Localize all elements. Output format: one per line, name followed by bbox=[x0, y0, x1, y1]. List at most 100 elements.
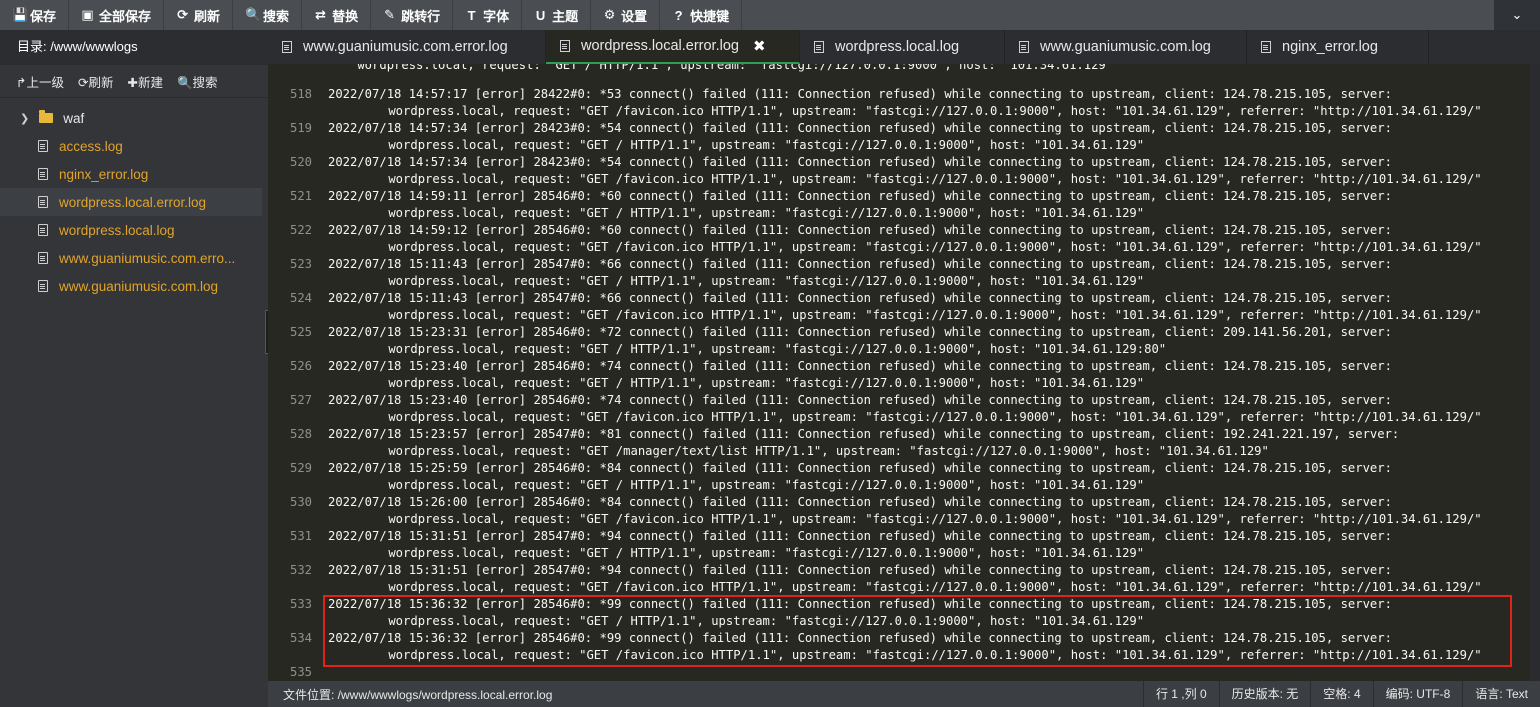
cursor-position[interactable]: 行 1 ,列 0 bbox=[1142, 681, 1219, 707]
line-number: 525 bbox=[289, 325, 312, 339]
toolbar-button-3[interactable]: 🔍 搜索 bbox=[233, 0, 303, 30]
line-number: 530 bbox=[289, 495, 312, 509]
file-icon bbox=[38, 168, 48, 180]
refresh-tree-button[interactable]: ⟳刷新 bbox=[78, 72, 113, 91]
line-number: 524 bbox=[289, 291, 312, 305]
code-text: 2022/07/18 15:23:31 [error] 28546#0: *72… bbox=[328, 325, 1392, 339]
font-icon: T bbox=[467, 7, 476, 23]
file-tree: ❯ waf access.log nginx_error.log wordpre… bbox=[0, 98, 268, 300]
code-line[interactable]: 524 2022/07/18 15:11:43 [error] 28547#0: … bbox=[268, 285, 1530, 322]
code-line[interactable]: 523 2022/07/18 15:11:43 [error] 28547#0: … bbox=[268, 251, 1530, 288]
code-line[interactable]: 521 2022/07/18 14:59:11 [error] 28546#0: … bbox=[268, 183, 1530, 220]
help-icon: ? bbox=[674, 7, 683, 23]
refresh-icon: ⟳ bbox=[177, 7, 188, 22]
code-text: 2022/07/18 15:31:51 [error] 28547#0: *94… bbox=[328, 563, 1392, 577]
tree-file-label: access.log bbox=[59, 138, 123, 154]
toolbar-button-2[interactable]: ⟳ 刷新 bbox=[164, 0, 234, 30]
toolbar-button-label: 快捷键 bbox=[690, 8, 730, 24]
toolbar-button-7[interactable]: U 主题 bbox=[522, 0, 592, 30]
file-icon bbox=[38, 224, 48, 236]
toolbar-button-label: 替换 bbox=[332, 8, 359, 24]
replace-icon: ⇄ bbox=[315, 7, 327, 22]
code-line[interactable]: 525 2022/07/18 15:23:31 [error] 28546#0: … bbox=[268, 319, 1530, 356]
code-text-wrapped: wordpress.local, request: "GET / HTTP/1.… bbox=[328, 64, 1114, 72]
toolbar-button-4[interactable]: ⇄ 替换 bbox=[302, 0, 372, 30]
code-line[interactable]: 529 2022/07/18 15:25:59 [error] 28546#0: … bbox=[268, 455, 1530, 492]
toolbar-collapse-button[interactable]: ⌄ bbox=[1494, 0, 1540, 30]
code-line[interactable]: 533 2022/07/18 15:36:32 [error] 28546#0: … bbox=[268, 591, 1530, 628]
tree-folder-waf[interactable]: ❯ waf bbox=[0, 104, 268, 132]
line-number: 519 bbox=[289, 121, 312, 135]
tree-file-wordpress-local-log[interactable]: wordpress.local.log bbox=[0, 216, 268, 244]
code-line[interactable]: 534 2022/07/18 15:36:32 [error] 28546#0: … bbox=[268, 625, 1530, 662]
tab-guaniumusic-error-log[interactable]: www.guaniumusic.com.error.log bbox=[268, 30, 546, 64]
code-line[interactable]: 528 2022/07/18 15:23:57 [error] 28547#0: … bbox=[268, 421, 1530, 458]
pin-icon: ✎ bbox=[384, 7, 396, 22]
line-number: 526 bbox=[289, 359, 312, 373]
code-line[interactable]: 531 2022/07/18 15:31:51 [error] 28547#0: … bbox=[268, 523, 1530, 560]
close-tab-icon[interactable]: ✖ bbox=[753, 37, 766, 55]
tree-file-guaniumusic-log[interactable]: www.guaniumusic.com.log bbox=[0, 272, 268, 300]
parent-dir-button[interactable]: ↱上一级 bbox=[16, 72, 64, 91]
file-icon bbox=[282, 41, 292, 53]
file-icon bbox=[38, 280, 48, 292]
line-number: 527 bbox=[289, 393, 312, 407]
tab-nginx-error-log[interactable]: nginx_error.log bbox=[1247, 30, 1429, 64]
toolbar-button-label: 搜索 bbox=[263, 8, 290, 24]
code-line[interactable]: 530 2022/07/18 15:26:00 [error] 28546#0: … bbox=[268, 489, 1530, 526]
chevron-right-icon: ❯ bbox=[20, 112, 30, 125]
file-icon bbox=[814, 41, 824, 53]
language-mode[interactable]: 语言: Text bbox=[1462, 681, 1540, 707]
line-number: 534 bbox=[289, 631, 312, 645]
search-files-button[interactable]: 🔍搜索 bbox=[177, 72, 218, 91]
tree-file-guaniumusic-error-log[interactable]: www.guaniumusic.com.erro... bbox=[0, 244, 268, 272]
code-text: 2022/07/18 14:59:11 [error] 28546#0: *60… bbox=[328, 189, 1392, 203]
code-line[interactable]: 522 2022/07/18 14:59:12 [error] 28546#0: … bbox=[268, 217, 1530, 254]
toolbar-button-1[interactable]: ▣ 全部保存 bbox=[69, 0, 165, 30]
tab-label: nginx_error.log bbox=[1282, 39, 1378, 55]
code-line[interactable]: 520 2022/07/18 14:57:34 [error] 28423#0: … bbox=[268, 149, 1530, 186]
code-text: 2022/07/18 15:36:32 [error] 28546#0: *99… bbox=[328, 597, 1392, 611]
toolbar-button-label: 保存 bbox=[30, 8, 57, 24]
encoding-setting[interactable]: 编码: UTF-8 bbox=[1372, 681, 1463, 707]
code-editor[interactable]: wordpress.local, request: "GET / HTTP/1.… bbox=[268, 64, 1530, 681]
toolbar-button-label: 主题 bbox=[552, 8, 579, 24]
status-bar: 文件位置: /www/wwwlogs/wordpress.local.error… bbox=[268, 681, 1540, 707]
tab-wordpress-local-error-log[interactable]: wordpress.local.error.log ✖ bbox=[546, 30, 800, 64]
new-file-button[interactable]: ✚新建 bbox=[127, 72, 162, 91]
code-line[interactable]: 532 2022/07/18 15:31:51 [error] 28547#0: … bbox=[268, 557, 1530, 594]
tab-wordpress-local-log[interactable]: wordpress.local.log bbox=[800, 30, 1005, 64]
toolbar: 💾 保存 ▣ 全部保存 ⟳ 刷新 🔍 搜索 ⇄ 替换 ✎ 跳转行 T 字体 U 主题 ⚙ 设置? 快捷键 ⌄ bbox=[0, 0, 1540, 30]
code-text: 2022/07/18 15:23:40 [error] 28546#0: *74… bbox=[328, 359, 1392, 373]
toolbar-button-0[interactable]: 💾 保存 bbox=[0, 0, 70, 30]
code-line[interactable]: 518 2022/07/18 14:57:17 [error] 28422#0: … bbox=[268, 81, 1530, 118]
code-text: 2022/07/18 15:31:51 [error] 28547#0: *94… bbox=[328, 529, 1392, 543]
tree-file-label: www.guaniumusic.com.erro... bbox=[59, 250, 236, 266]
tree-folder-label: waf bbox=[63, 110, 85, 126]
code-line[interactable]: 519 2022/07/18 14:57:34 [error] 28423#0: … bbox=[268, 115, 1530, 152]
toolbar-button-6[interactable]: T 字体 bbox=[453, 0, 523, 30]
toolbar-button-8[interactable]: ⚙ 设置 bbox=[591, 0, 661, 30]
code-line[interactable]: 527 2022/07/18 15:23:40 [error] 28546#0: … bbox=[268, 387, 1530, 424]
code-line[interactable]: wordpress.local, request: "GET / HTTP/1.… bbox=[268, 64, 1530, 81]
code-line[interactable]: 526 2022/07/18 15:23:40 [error] 28546#0: … bbox=[268, 353, 1530, 390]
indent-setting[interactable]: 空格: 4 bbox=[1310, 681, 1372, 707]
toolbar-button-9[interactable]: ? 快捷键 bbox=[660, 0, 743, 30]
file-browser-panel: 目录: /www/wwwlogs ↱上一级 ⟳刷新 ✚新建 🔍搜索 ❯ waf … bbox=[0, 30, 268, 707]
tree-file-label: nginx_error.log bbox=[59, 166, 149, 182]
code-line[interactable]: 535 bbox=[268, 659, 1530, 681]
file-icon bbox=[38, 252, 48, 264]
history-version[interactable]: 历史版本: 无 bbox=[1218, 681, 1311, 707]
toolbar-button-5[interactable]: ✎ 跳转行 bbox=[371, 0, 454, 30]
save-all-icon: ▣ bbox=[81, 7, 94, 22]
code-text: 2022/07/18 14:57:34 [error] 28423#0: *54… bbox=[328, 121, 1392, 135]
tree-file-label: www.guaniumusic.com.log bbox=[59, 278, 219, 294]
tree-file-nginx-error-log[interactable]: nginx_error.log bbox=[0, 160, 268, 188]
folder-icon bbox=[39, 110, 54, 123]
editor-scrollbar[interactable] bbox=[1530, 64, 1540, 681]
tree-file-wordpress-local-error-log[interactable]: wordpress.local.error.log bbox=[0, 188, 262, 216]
tab-label: wordpress.local.error.log bbox=[581, 38, 739, 54]
tab-guaniumusic-log[interactable]: www.guaniumusic.com.log bbox=[1005, 30, 1247, 64]
tree-file-access-log[interactable]: access.log bbox=[0, 132, 268, 160]
toolbar-button-label: 跳转行 bbox=[401, 8, 441, 24]
